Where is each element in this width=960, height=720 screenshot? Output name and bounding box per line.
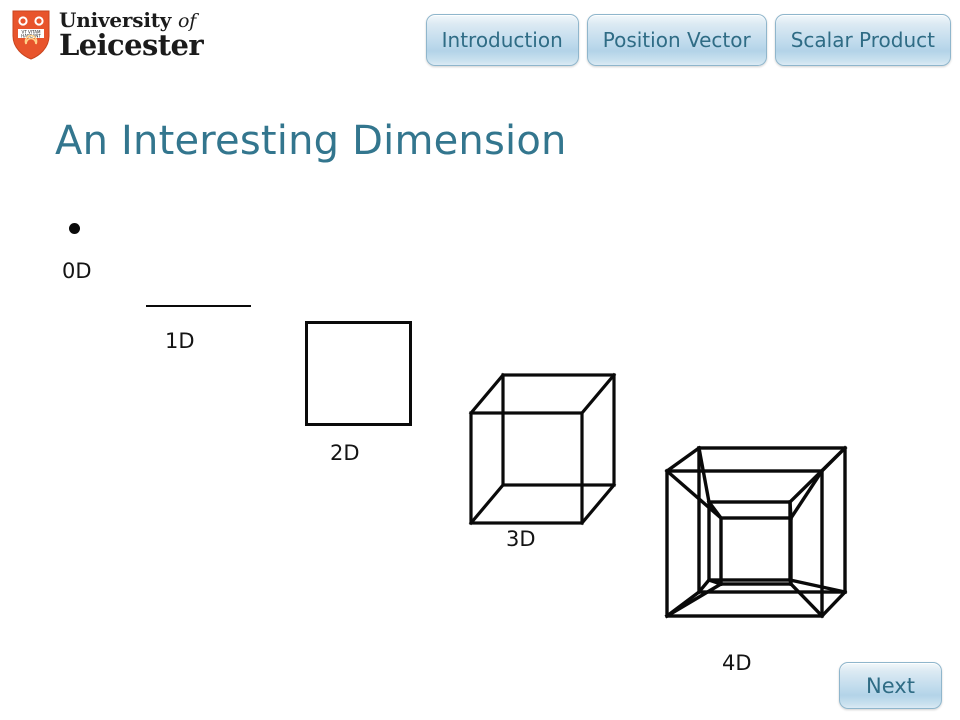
nav-button-scalar-product[interactable]: Scalar Product [774, 14, 951, 66]
navigation-button-group: Introduction Position Vector Scalar Prod… [425, 14, 951, 66]
university-logo: VT VITAM HABEANT University of Leicester [12, 10, 204, 62]
university-wordmark: University of Leicester [59, 10, 204, 62]
university-crest-shield-icon: VT VITAM HABEANT [12, 10, 50, 60]
shape-3d-cube [462, 366, 627, 531]
label-1d: 1D [165, 329, 195, 353]
nav-button-position-vector[interactable]: Position Vector [586, 14, 767, 66]
logo-line-leicester: Leicester [59, 27, 204, 62]
label-4d: 4D [722, 651, 752, 675]
nav-button-introduction[interactable]: Introduction [425, 14, 579, 66]
page-title: An Interesting Dimension [55, 118, 567, 164]
shape-4d-tesseract [655, 444, 855, 624]
next-button[interactable]: Next [839, 662, 942, 709]
shape-2d-square [305, 321, 412, 426]
label-3d: 3D [506, 527, 536, 551]
dimension-progression-diagram: 0D 1D 2D 3D 4D [0, 0, 960, 720]
label-0d: 0D [62, 259, 92, 283]
shape-1d-line [146, 305, 251, 307]
shape-0d-point [69, 223, 80, 234]
label-2d: 2D [330, 441, 360, 465]
slide-header: VT VITAM HABEANT University of Leicester… [0, 0, 960, 80]
